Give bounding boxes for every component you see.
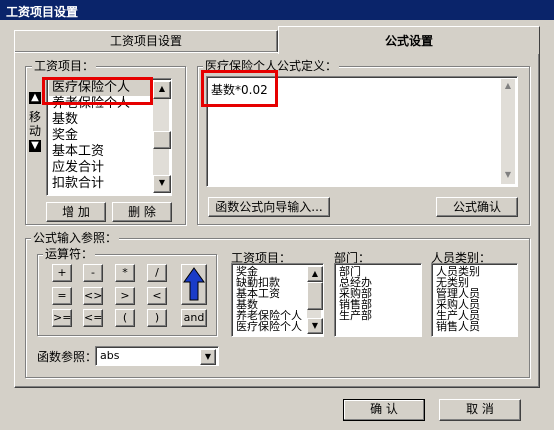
- op-minus-button[interactable]: -: [83, 264, 103, 282]
- tab-salary-items[interactable]: 工资项目设置: [14, 30, 278, 52]
- func-ref-value: abs: [100, 349, 120, 362]
- ref-items-list[interactable]: 奖金 缺勤扣款 基本工资 基数 养老保险个人 医疗保险个人 ▲ ▼: [231, 263, 324, 337]
- title-bar: 工资项目设置: [0, 0, 554, 20]
- op-equal-button[interactable]: =: [52, 287, 72, 305]
- window-title: 工资项目设置: [6, 5, 79, 19]
- list-item[interactable]: 基数: [49, 112, 153, 128]
- func-ref-select[interactable]: abs ▼: [95, 346, 219, 366]
- list-item[interactable]: 销售人员: [434, 321, 480, 332]
- op-divide-button[interactable]: /: [147, 264, 167, 282]
- list-item[interactable]: 奖金: [49, 128, 153, 144]
- ref-items-scrollbar[interactable]: ▲ ▼: [307, 266, 323, 334]
- list-item[interactable]: 生产部: [337, 310, 372, 321]
- list-item[interactable]: 应发合计: [49, 160, 153, 176]
- highlight-box: [42, 77, 153, 105]
- op-lparen-button[interactable]: (: [115, 309, 135, 327]
- op-notequal-button[interactable]: <>: [83, 287, 103, 305]
- move-up-icon[interactable]: ▲: [29, 92, 41, 104]
- salary-items-title: 工资项目：: [32, 59, 97, 73]
- dept-list[interactable]: 部门 总经办 采购部 销售部 生产部: [334, 263, 422, 337]
- formula-highlight-box: [201, 70, 278, 107]
- scroll-thumb[interactable]: [307, 282, 323, 310]
- tab-formula-settings-label: 公式设置: [384, 34, 433, 48]
- salary-items-scrollbar[interactable]: ▲ ▼: [153, 81, 171, 193]
- ok-button[interactable]: 确 认: [343, 399, 425, 421]
- op-greater-equal-button[interactable]: >=: [52, 309, 72, 327]
- list-item[interactable]: 扣款合计: [49, 176, 153, 192]
- op-multiply-button[interactable]: *: [115, 264, 135, 282]
- op-less-button[interactable]: <: [147, 287, 167, 305]
- list-item[interactable]: 基本工资: [49, 144, 153, 160]
- op-and-button[interactable]: and: [181, 309, 207, 327]
- scroll-down-icon[interactable]: ▼: [153, 175, 171, 193]
- list-item[interactable]: 医疗保险个人: [234, 321, 308, 332]
- chevron-down-icon[interactable]: ▼: [200, 349, 216, 365]
- scroll-thumb[interactable]: [153, 131, 171, 149]
- tab-salary-items-label: 工资项目设置: [109, 34, 182, 48]
- op-rparen-button[interactable]: ): [147, 309, 167, 327]
- formula-ref-title: 公式输入参照：: [31, 231, 120, 245]
- op-plus-button[interactable]: +: [52, 264, 72, 282]
- move-label: 移动: [28, 110, 41, 138]
- func-ref-label: 函数参照：: [37, 350, 98, 364]
- scroll-down-icon[interactable]: ▼: [501, 168, 515, 184]
- formula-scrollbar[interactable]: ▲ ▼: [501, 79, 515, 184]
- scroll-up-icon[interactable]: ▲: [307, 266, 323, 282]
- cancel-button[interactable]: 取 消: [439, 399, 521, 421]
- operators-title: 运算符：: [43, 247, 96, 261]
- formula-confirm-button[interactable]: 公式确认: [436, 197, 518, 217]
- formula-wizard-button[interactable]: 函数公式向导输入...: [208, 197, 330, 217]
- move-down-icon[interactable]: ▼: [29, 140, 41, 152]
- scroll-up-icon[interactable]: ▲: [501, 79, 515, 95]
- op-less-equal-button[interactable]: <=: [83, 309, 103, 327]
- tab-formula-settings[interactable]: 公式设置: [278, 26, 540, 54]
- staff-list[interactable]: 人员类别 无类别 管理人员 采购人员 生产人员 销售人员: [431, 263, 518, 337]
- insert-button[interactable]: [181, 264, 207, 305]
- delete-item-button[interactable]: 删 除: [112, 202, 172, 222]
- scroll-down-icon[interactable]: ▼: [307, 318, 323, 334]
- insert-arrow-icon: [183, 267, 205, 301]
- op-greater-button[interactable]: >: [115, 287, 135, 305]
- add-item-button[interactable]: 增 加: [46, 202, 106, 222]
- scroll-up-icon[interactable]: ▲: [153, 81, 171, 99]
